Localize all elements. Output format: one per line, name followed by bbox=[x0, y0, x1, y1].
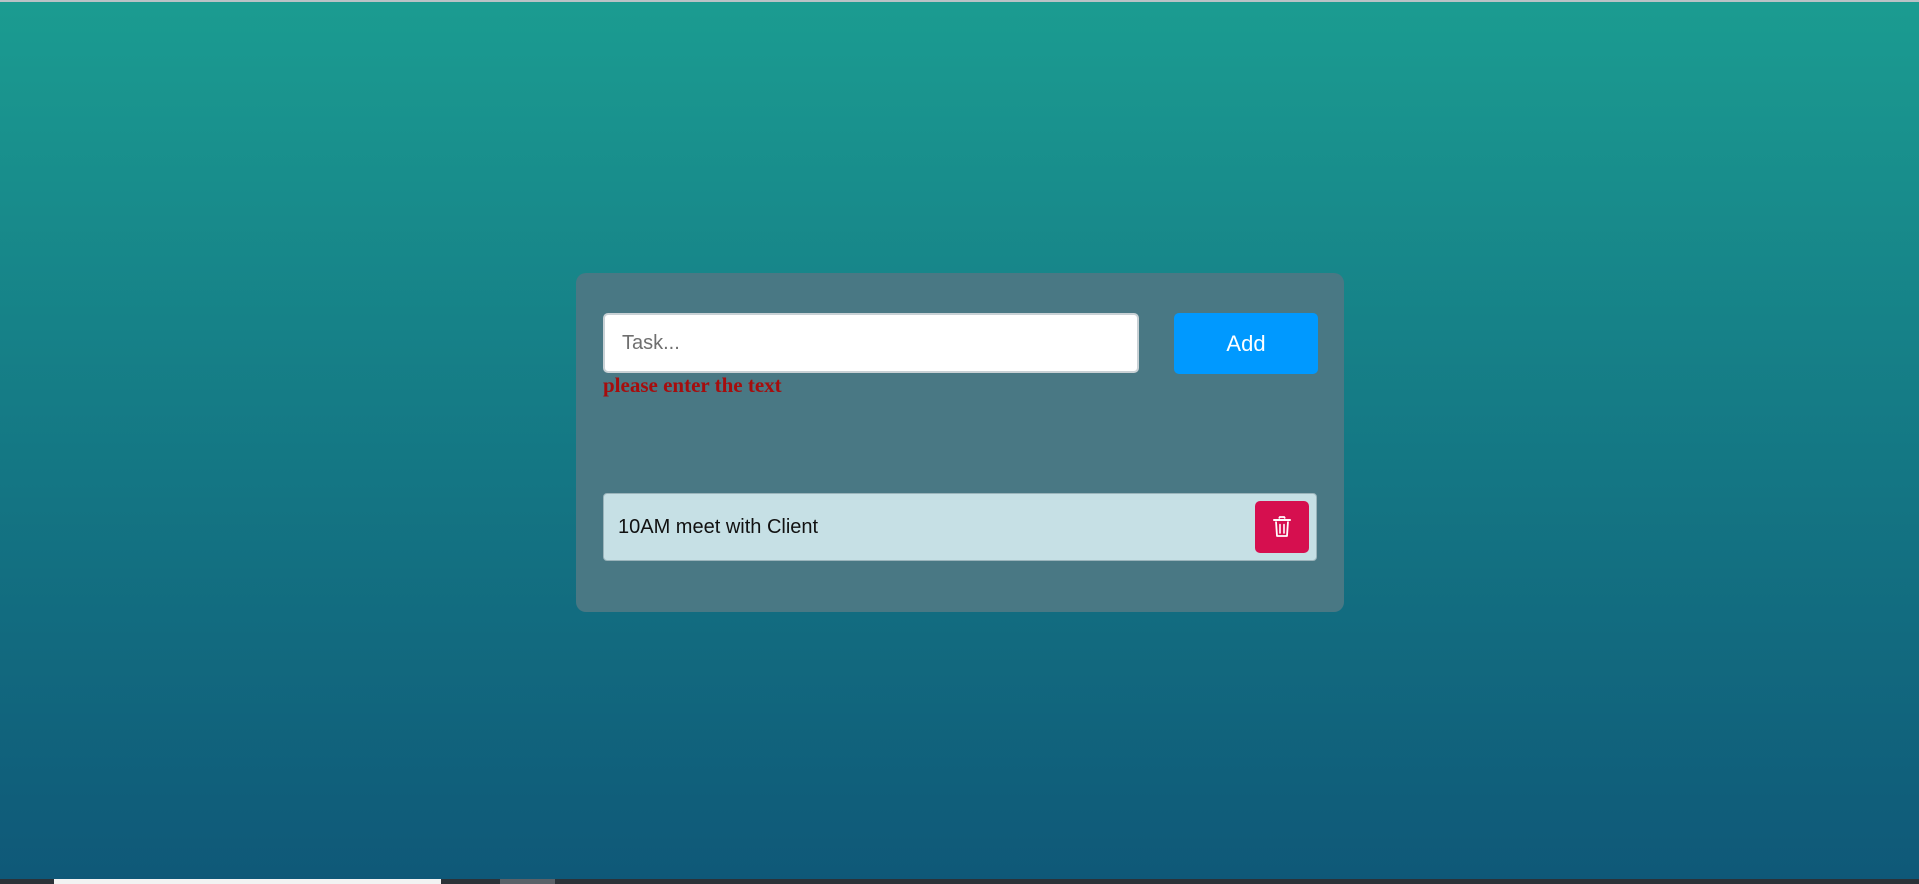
trash-icon bbox=[1273, 516, 1291, 537]
taskbar-active-window[interactable] bbox=[54, 879, 441, 884]
taskbar bbox=[0, 879, 1919, 884]
task-list-item: 10AM meet with Client bbox=[603, 493, 1317, 561]
task-input[interactable] bbox=[603, 313, 1139, 373]
todo-card: Add please enter the text 10AM meet with… bbox=[576, 273, 1344, 612]
task-item-text: 10AM meet with Client bbox=[618, 516, 819, 538]
add-button[interactable]: Add bbox=[1174, 313, 1318, 374]
delete-task-button[interactable] bbox=[1255, 501, 1309, 553]
window-top-border bbox=[0, 0, 1919, 2]
validation-error-message: please enter the text bbox=[603, 373, 782, 397]
taskbar-item[interactable] bbox=[500, 879, 555, 884]
